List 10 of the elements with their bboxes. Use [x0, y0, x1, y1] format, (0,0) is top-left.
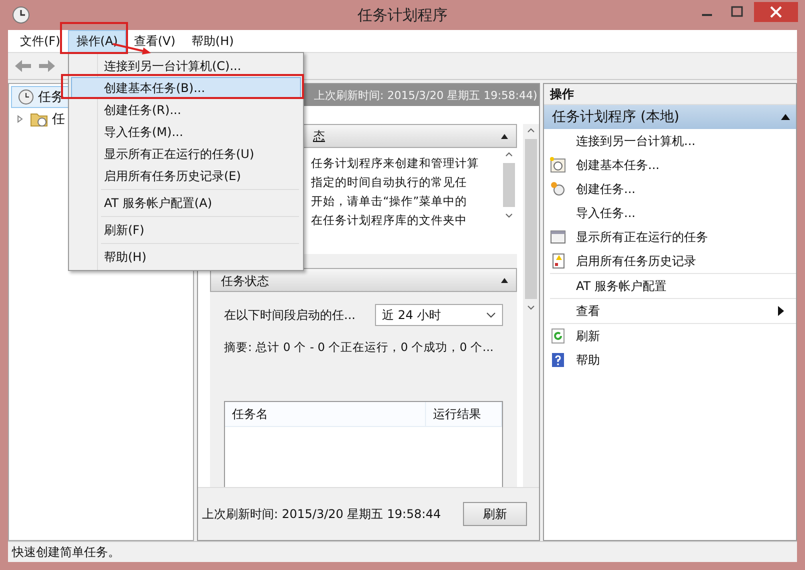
- window-title: 任务计划程序: [358, 6, 448, 24]
- actions-title: 操作: [544, 84, 796, 105]
- overview-text: 任务计划程序来创建和管理计算: [311, 156, 480, 172]
- overview-text: 指定的时间自动执行的常见任: [311, 175, 468, 191]
- overview-text: 开始，请单击“操作”菜单中的: [311, 194, 468, 210]
- period-label: 在以下时间段启动的任...: [224, 306, 356, 324]
- summary-text: 摘要: 总计 0 个 - 0 个正在运行，0 个成功，0 个...: [224, 340, 495, 355]
- last-refresh-text: 上次刷新时间: 2015/3/20 星期五 19:58:44: [202, 506, 441, 522]
- status-bar: 快速创建简单任务。: [8, 541, 797, 562]
- overview-text: 在任务计划程序库的文件夹中: [311, 213, 468, 229]
